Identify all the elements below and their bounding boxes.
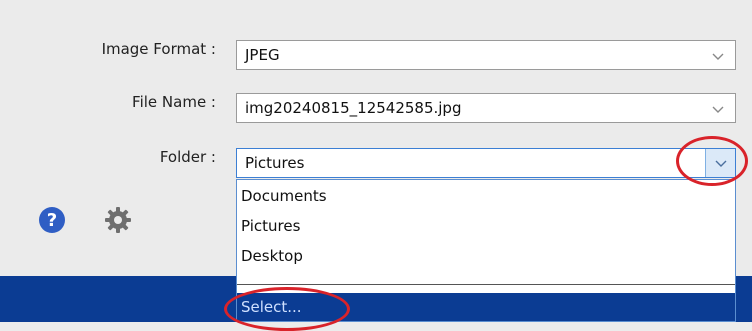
file-name-select[interactable]: img20240815_12542585.jpg xyxy=(236,93,736,123)
gear-icon[interactable] xyxy=(104,206,132,234)
chevron-down-icon xyxy=(712,106,724,113)
folder-label: Folder : xyxy=(159,148,216,166)
chevron-down-icon xyxy=(712,53,724,60)
folder-option-select-label: Select... xyxy=(241,298,302,316)
folder-option-pictures[interactable]: Pictures xyxy=(241,216,300,236)
image-format-value: JPEG xyxy=(245,46,280,64)
folder-dropdown-list: Documents Pictures Desktop Select... xyxy=(236,179,736,322)
folder-option-desktop[interactable]: Desktop xyxy=(241,246,303,266)
image-format-label: Image Format : xyxy=(101,40,216,58)
file-name-label: File Name : xyxy=(132,93,216,111)
folder-option-documents[interactable]: Documents xyxy=(241,186,327,206)
file-name-value: img20240815_12542585.jpg xyxy=(245,99,462,117)
folder-select[interactable]: Pictures xyxy=(236,148,736,178)
folder-dropdown-button[interactable] xyxy=(705,149,735,177)
scan-settings-panel: Image Format : JPEG File Name : img20240… xyxy=(0,0,752,331)
image-format-select[interactable]: JPEG xyxy=(236,40,736,70)
folder-option-select[interactable]: Select... xyxy=(237,293,735,321)
folder-value: Pictures xyxy=(245,154,305,172)
chevron-down-icon xyxy=(715,160,727,167)
help-icon[interactable]: ? xyxy=(38,206,66,234)
dropdown-separator xyxy=(237,284,735,285)
svg-text:?: ? xyxy=(47,210,57,231)
